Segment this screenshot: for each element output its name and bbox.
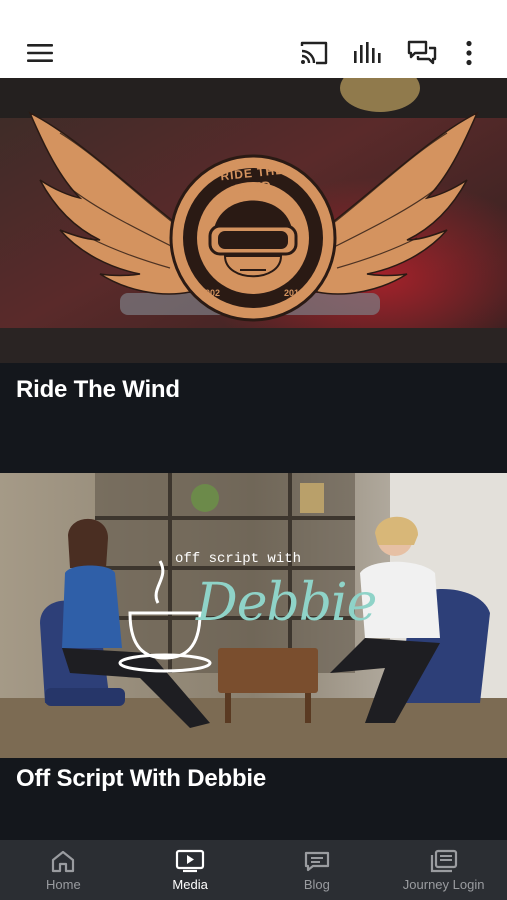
- media-thumbnail[interactable]: RIDE THE WIND 2002 2016: [0, 78, 507, 363]
- nav-label: Blog: [303, 877, 330, 892]
- tv-play-icon: [176, 849, 205, 873]
- nav-item-home[interactable]: Home: [0, 840, 127, 900]
- nav-item-journey-login[interactable]: Journey Login: [380, 840, 507, 900]
- media-feed: RIDE THE WIND 2002 2016 Ride The Wind of…: [0, 78, 507, 840]
- header-actions: [287, 31, 489, 75]
- nav-label: Home: [46, 877, 81, 892]
- nav-label: Journey Login: [402, 877, 485, 892]
- more-vertical-icon[interactable]: [449, 31, 489, 75]
- app-bar: [0, 28, 507, 78]
- media-title[interactable]: Ride The Wind: [16, 376, 180, 404]
- home-icon: [52, 850, 75, 873]
- nav-label: Media: [172, 877, 208, 892]
- cast-icon[interactable]: [287, 31, 341, 75]
- media-card-off-script-with-debbie[interactable]: off script with Debbie Off Script With D…: [0, 473, 507, 840]
- status-bar: [0, 0, 507, 28]
- journey-login-icon: [430, 849, 457, 873]
- chat-bubbles-icon[interactable]: [395, 31, 449, 75]
- blog-icon: [304, 851, 329, 872]
- media-card-ride-the-wind[interactable]: RIDE THE WIND 2002 2016 Ride The Wind: [0, 78, 507, 473]
- nav-item-media[interactable]: Media: [127, 840, 254, 900]
- bottom-navigation: Home Media Blog Journey Login: [0, 840, 507, 900]
- media-thumbnail[interactable]: off script with Debbie: [0, 473, 507, 758]
- nav-item-blog[interactable]: Blog: [254, 840, 381, 900]
- media-title[interactable]: Off Script With Debbie: [16, 765, 266, 793]
- hamburger-menu-icon[interactable]: [24, 37, 56, 69]
- audio-bars-icon[interactable]: [341, 31, 395, 75]
